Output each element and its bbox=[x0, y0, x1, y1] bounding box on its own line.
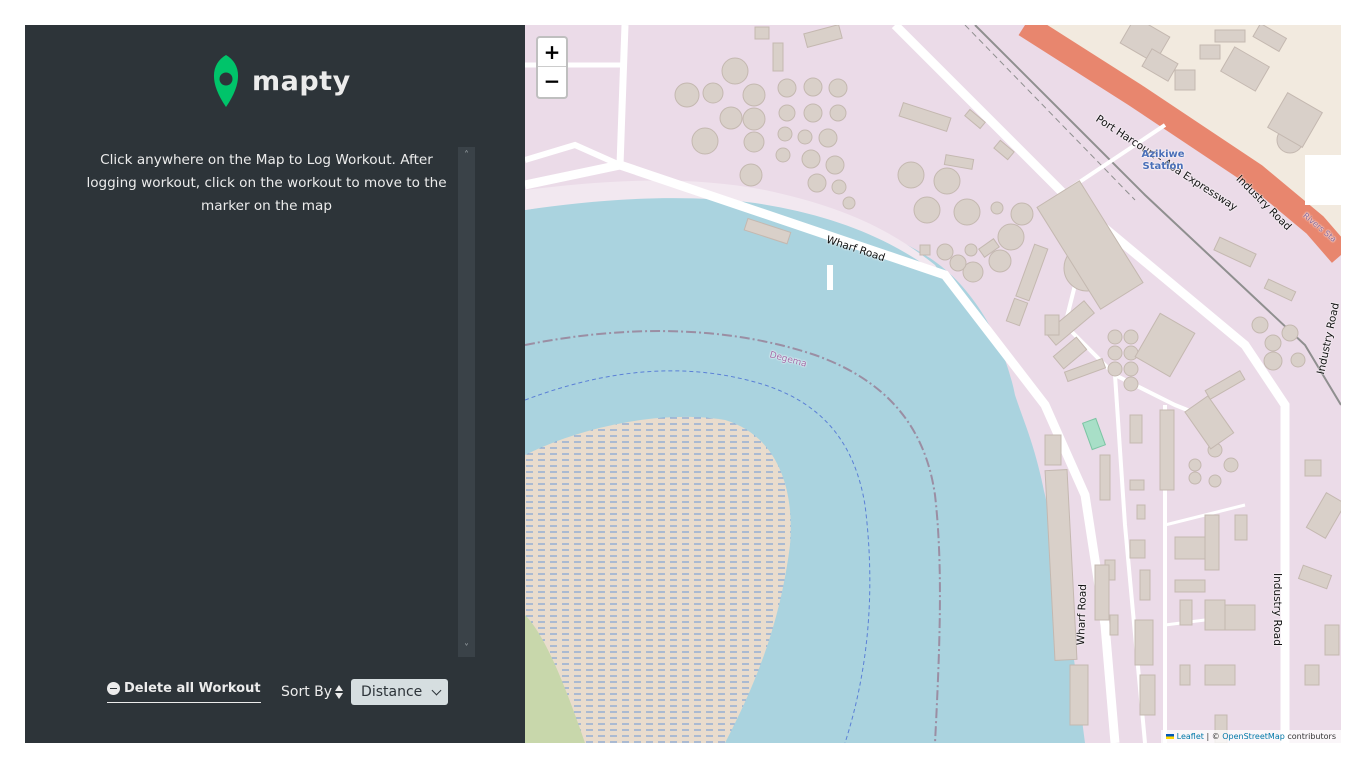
workout-list[interactable]: Click anywhere on the Map to Log Workout… bbox=[75, 147, 475, 657]
attribution-suffix: contributors bbox=[1284, 732, 1336, 741]
sort-icon bbox=[335, 685, 344, 699]
osm-link[interactable]: OpenStreetMap bbox=[1222, 732, 1285, 741]
scrollbar[interactable]: ˄ ˅ bbox=[458, 147, 475, 657]
map[interactable]: Wharf Road Wharf Road Port Harcourt - Ab… bbox=[525, 25, 1341, 743]
zoom-control: + − bbox=[536, 36, 568, 99]
sort-label: Sort By bbox=[281, 684, 333, 700]
app-name: mapty bbox=[252, 65, 351, 97]
label-wharf-road-bottom: Wharf Road bbox=[1075, 583, 1090, 646]
app-container: mapty Click anywhere on the Map to Log W… bbox=[25, 25, 1341, 743]
label-station: Azikiwe Station bbox=[1141, 149, 1185, 172]
scroll-up-icon[interactable]: ˄ bbox=[458, 147, 475, 164]
sort-selected-value: Distance bbox=[361, 684, 423, 700]
label-industry-road-lower: Industry Road bbox=[1271, 573, 1283, 646]
logo: mapty bbox=[210, 55, 351, 107]
sidebar: mapty Click anywhere on the Map to Log W… bbox=[25, 25, 525, 743]
sort-control: Sort By Distance bbox=[281, 679, 449, 705]
scroll-down-icon[interactable]: ˅ bbox=[458, 640, 475, 657]
leaflet-link[interactable]: Leaflet bbox=[1177, 732, 1204, 741]
instructions-text: Click anywhere on the Map to Log Workout… bbox=[86, 152, 447, 214]
bottom-controls: Delete all Workout Sort By Distance bbox=[25, 675, 525, 715]
map-tiles[interactable] bbox=[525, 25, 1341, 743]
chevron-down-icon bbox=[431, 685, 442, 695]
map-attribution: Leaflet | © OpenStreetMap contributors bbox=[1161, 730, 1341, 743]
map-pin-icon bbox=[213, 55, 239, 107]
delete-all-button[interactable]: Delete all Workout bbox=[107, 679, 261, 703]
zoom-in-button[interactable]: + bbox=[538, 38, 566, 67]
zoom-out-button[interactable]: − bbox=[538, 67, 566, 96]
flag-icon bbox=[1166, 734, 1175, 739]
sort-select[interactable]: Distance bbox=[351, 679, 449, 705]
delete-all-label: Delete all Workout bbox=[124, 680, 261, 696]
minus-circle-icon bbox=[107, 681, 120, 695]
attribution-separator: | © bbox=[1203, 732, 1223, 741]
